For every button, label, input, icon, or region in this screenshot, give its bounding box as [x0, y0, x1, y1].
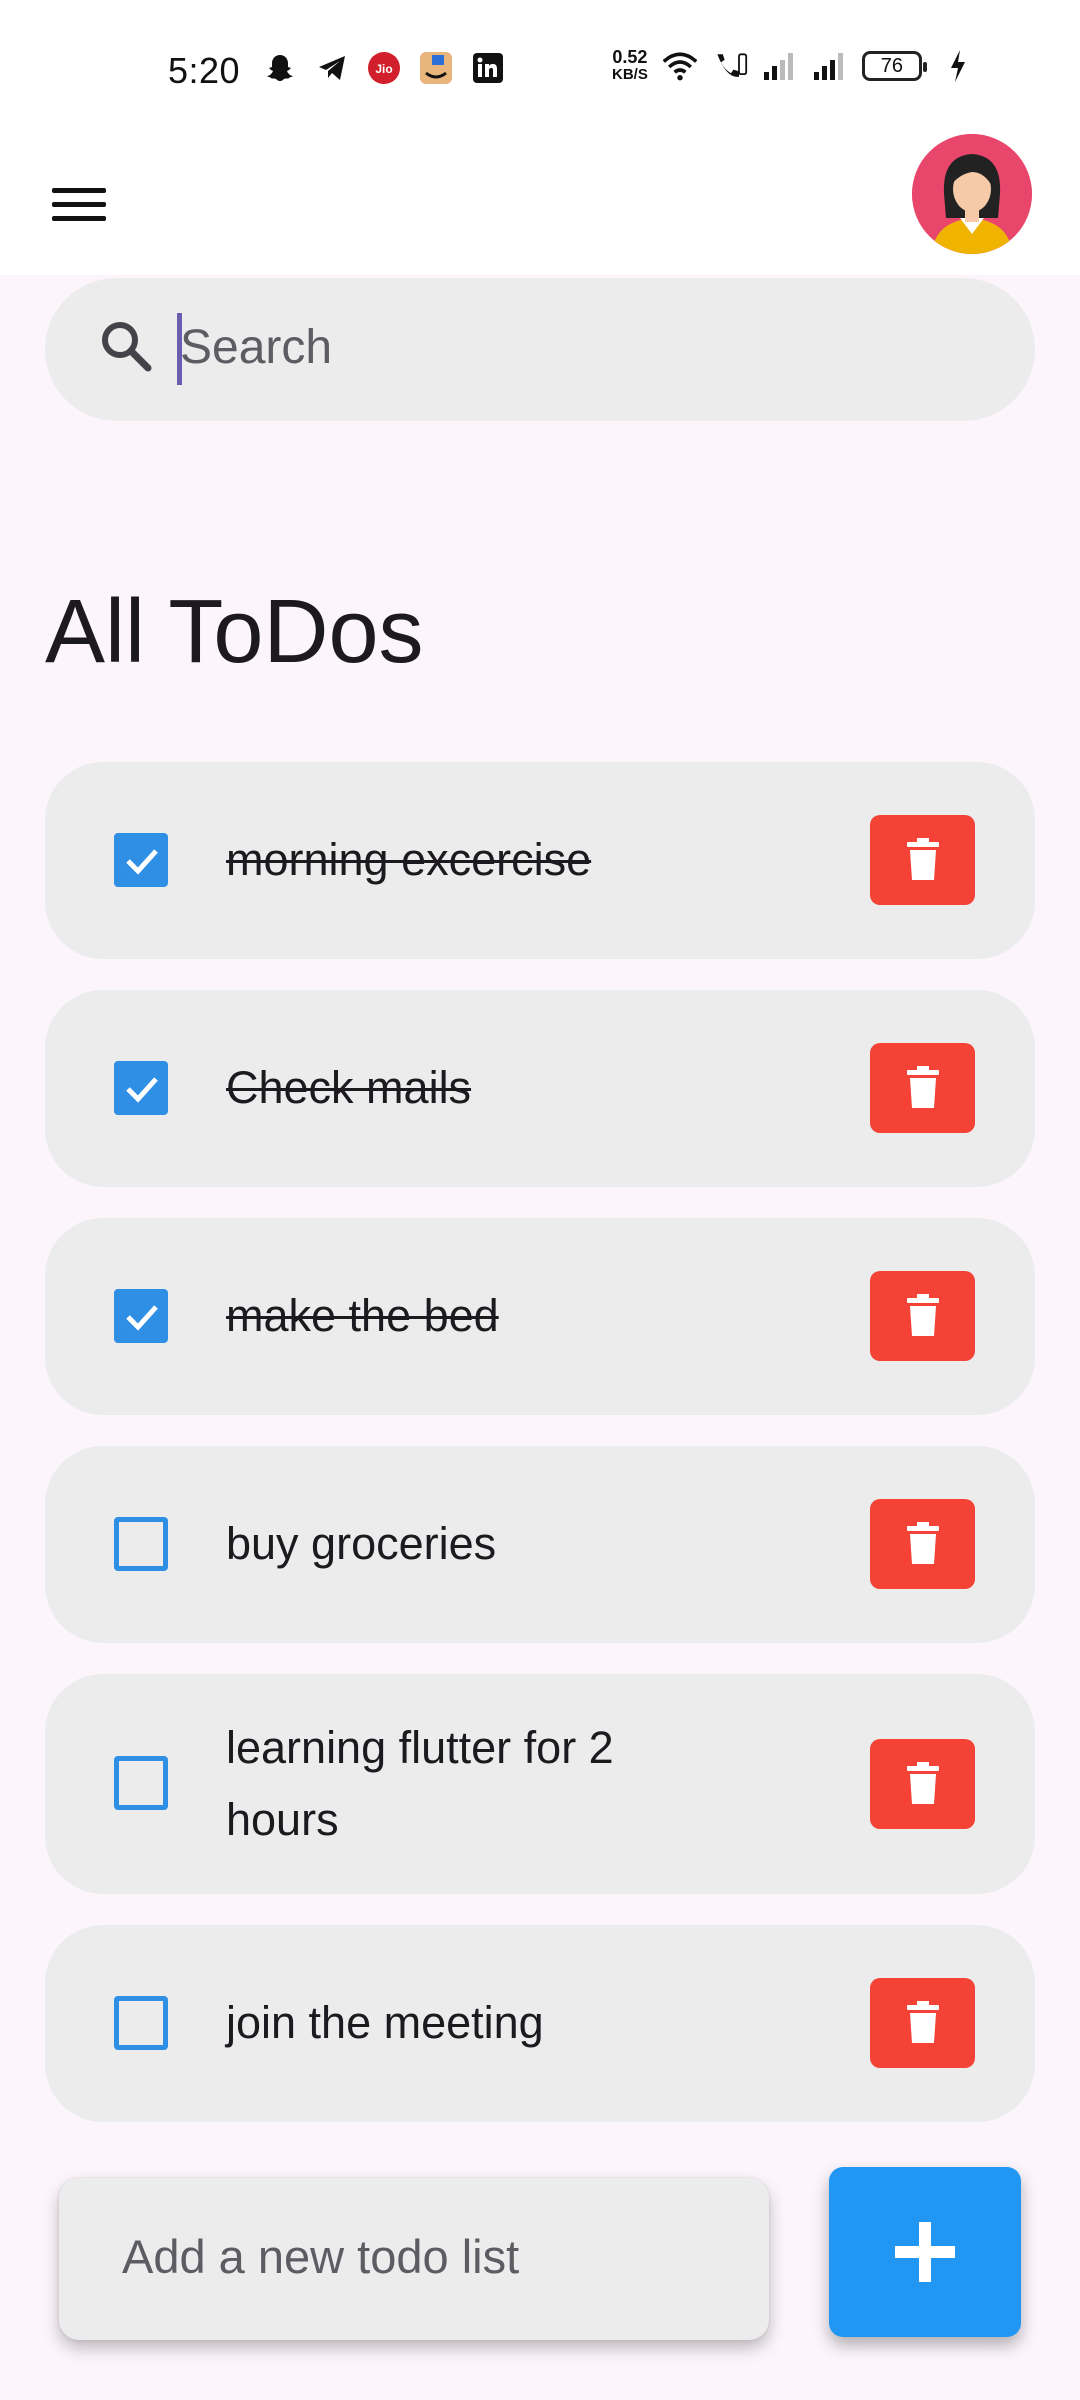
hamburger-menu-icon[interactable]: [52, 172, 116, 236]
todo-label: buy groceries: [226, 1518, 497, 1569]
todo-label-line-2: hours: [226, 1794, 339, 1845]
trash-icon: [906, 2001, 939, 2043]
plus-icon: [895, 2222, 955, 2282]
delete-button[interactable]: [870, 1978, 975, 2068]
trash-icon: [906, 1294, 939, 1336]
network-speed-value: 0.52: [612, 47, 648, 67]
todo-item[interactable]: learning flutter for 2 hours: [45, 1674, 1035, 1894]
delete-button[interactable]: [870, 1499, 975, 1589]
user-avatar[interactable]: [912, 134, 1032, 254]
search-placeholder: Search: [180, 321, 333, 374]
todo-item[interactable]: buy groceries: [45, 1446, 1035, 1643]
todo-checkbox[interactable]: [114, 1517, 168, 1571]
svg-text:Jio: Jio: [375, 62, 392, 76]
todo-item[interactable]: join the meeting: [45, 1925, 1035, 2122]
battery-indicator: 76: [861, 51, 927, 81]
todo-checkbox[interactable]: [114, 1061, 168, 1115]
todo-item[interactable]: Check mails: [45, 990, 1035, 1187]
trash-icon: [906, 1522, 939, 1564]
page-title: All ToDos: [45, 582, 424, 682]
search-icon: [96, 316, 156, 376]
todo-item[interactable]: morning excercise: [45, 762, 1035, 959]
wifi-icon: [662, 48, 698, 84]
todo-label: learning flutter for 2 hours: [226, 1712, 614, 1856]
telegram-icon: [314, 50, 350, 86]
delete-button[interactable]: [870, 1739, 975, 1829]
todo-item[interactable]: make the bed: [45, 1218, 1035, 1415]
todo-label-line-1: learning flutter for 2: [226, 1722, 614, 1773]
trash-icon: [906, 1762, 939, 1804]
todo-checkbox[interactable]: [114, 1996, 168, 2050]
todo-checkbox[interactable]: [114, 1289, 168, 1343]
add-todo-placeholder: Add a new todo list: [122, 2230, 520, 2283]
snapchat-icon: [262, 50, 298, 86]
network-speed-unit: KB/S: [612, 66, 648, 83]
signal-1-icon: [762, 48, 798, 84]
status-bar: 5:20 Jio 0.52 KB/S 76: [0, 0, 1080, 130]
todo-label: morning excercise: [226, 834, 592, 885]
status-time: 5:20: [168, 50, 241, 91]
add-todo-button[interactable]: [829, 2167, 1021, 2337]
todo-label: Check mails: [226, 1062, 472, 1113]
trash-icon: [906, 1066, 939, 1108]
network-speed: 0.52 KB/S: [612, 47, 648, 83]
todo-label: make the bed: [226, 1290, 499, 1341]
status-notification-icons: Jio: [262, 50, 506, 86]
todo-checkbox[interactable]: [114, 1756, 168, 1810]
linkedin-icon: [470, 50, 506, 86]
status-system-icons: 0.52 KB/S 76: [612, 48, 976, 84]
signal-2-icon: [812, 48, 848, 84]
delete-button[interactable]: [870, 815, 975, 905]
delete-button[interactable]: [870, 1043, 975, 1133]
delete-button[interactable]: [870, 1271, 975, 1361]
jio-icon: Jio: [366, 50, 402, 86]
wifi-call-icon: [712, 48, 748, 84]
todo-label: join the meeting: [226, 1997, 544, 2048]
charging-icon: [940, 48, 976, 84]
amazon-icon: [418, 50, 454, 86]
todo-checkbox[interactable]: [114, 833, 168, 887]
trash-icon: [906, 838, 939, 880]
